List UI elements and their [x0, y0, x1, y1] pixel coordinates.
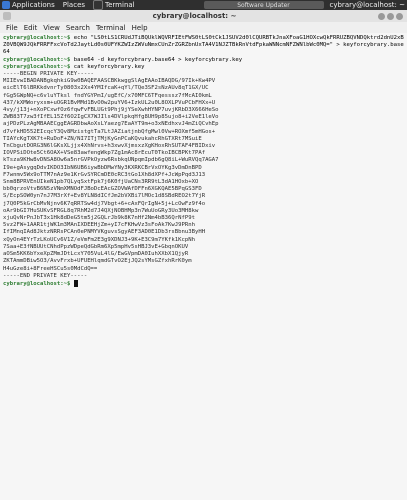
terminal-icon	[93, 0, 104, 10]
terminal-output-line: -----BEGIN PRIVATE KEY-----	[3, 71, 94, 78]
applications-menu[interactable]: Applications	[2, 1, 55, 9]
terminal-output-line: d7vfkHD552EIcqcY3Qv8MzistgtTa7LtJAZiatjn…	[3, 128, 216, 135]
terminal-output-line: j7Q0P5kGrCbMvNjnv6K7qRRTSw4dj7Vbgt+6+cAx…	[3, 200, 206, 207]
terminal-output-line: bb0qrzoVtvB6N5zVNmXMNOdFJBoDcEAcGZOVWAfD…	[3, 186, 202, 193]
terminal-label: Terminal	[105, 1, 135, 9]
terminal-output-line: ZWB83T7zw3fIfEL15Zf6O2IgCX7WJIls4DVlpkqH…	[3, 114, 219, 121]
terminal-output-line: MIIEvwIBADANBgkqhkiG9w0BAQEFAASCBKkwggSl…	[3, 78, 216, 85]
terminal-prompt: cybrary@localhost:~$	[3, 56, 74, 63]
terminal-output-line: -----END PRIVATE KEY-----	[3, 272, 88, 279]
places-menu[interactable]: Places	[63, 1, 85, 9]
menu-search[interactable]: Search	[66, 24, 90, 32]
minimize-button[interactable]	[378, 12, 385, 20]
terminal-output-line: S/EcpSOW0yn7nJ7M3rXf+Ev8YLN8dICfJm2bVXBi…	[3, 193, 206, 200]
terminal-output-line: fGg5GWpNQ+c6vluYTksl fndYGYPmI/ugEfC/x70…	[3, 92, 212, 99]
terminal-output-line: ZKTAmmDBiw5O3/AvvFrxb+UFUEHlqmdGTvO2EjJQ…	[3, 258, 192, 265]
terminal-prompt: cybrary@localhost:~$	[3, 35, 74, 41]
close-button[interactable]	[396, 12, 403, 20]
terminal-output-line: Snm8BPRVEnUIkeN1pb7QLyqSxtFpk7j6K0fjUaCN…	[3, 179, 199, 186]
terminal-prompt: cybrary@localhost:~$	[3, 63, 74, 70]
window-title: cybrary@localhost: ~	[152, 12, 237, 20]
places-label: Places	[62, 1, 86, 9]
maximize-button[interactable]	[387, 12, 394, 20]
terminal-output-line: 5vz2FW+1AAR1tjWK1m3MAnIXDEEHjZm+yI7cFKHw…	[3, 222, 195, 229]
user-indicator[interactable]: cybrary@localhost: ~	[330, 1, 406, 9]
terminal-output-line: 437/kXMWoryxsm+uOGR1BvMMd1BvO0w2puYV6+Iz…	[3, 99, 216, 106]
terminal-output-line: oAr9bGI7HuSUKvSFRGL8q7RhM2d7J4QXjNOBHMp3…	[3, 207, 199, 214]
window-menu-icon[interactable]	[3, 12, 11, 20]
window-controls	[378, 12, 403, 20]
menu-terminal[interactable]: Terminal	[96, 24, 126, 32]
menu-help[interactable]: Help	[132, 24, 148, 32]
terminal-output-line: kTsza9KHw8vDNSA8Ow6a5nrGVPkOyzw6RsbkqUNp…	[3, 157, 219, 164]
terminal-output-line: TnCbgutDORG3N6lGKsXLjjx4XhNrvs+h3xwvXjms…	[3, 143, 216, 150]
menu-view[interactable]: View	[43, 24, 60, 32]
terminal-output-line: ajPDzPLzAgMBAAECggEAGRDbwAoXsLYaezg7EaAY…	[3, 121, 219, 128]
terminal-output-line: xjuQvNrPnJbT3x1Hk8dDeG5tm5j2GQLrJb9k8K7n…	[3, 215, 195, 222]
terminal-cursor	[73, 279, 78, 287]
applications-label: Applications	[12, 1, 55, 9]
top-panel: Applications Places Terminal Software Up…	[0, 0, 407, 10]
terminal-output-line: IfIMnqIAd8JktzNRRsPCAn0ePNMYVKguvsSgyAEF…	[3, 229, 206, 236]
menu-edit[interactable]: Edit	[24, 24, 38, 32]
terminal-command: base64 -d keyforcybrary.base64 > keyforc…	[73, 56, 243, 63]
terminal-prompt: cybrary@localhost:~$	[3, 280, 74, 287]
user-label: cybrary@localhost: ~	[329, 1, 406, 9]
terminal-output-line: xQyOn4EYrTzLKoUCv6V1Z/eVmFm2E3g9XDNJ3+9K…	[3, 236, 195, 243]
menu-file[interactable]: File	[6, 24, 18, 32]
applications-icon	[2, 1, 10, 9]
terminal-output[interactable]: cybrary@localhost:~$ echo "LS0tLS1CRUdJT…	[0, 33, 407, 500]
terminal-output-line: IOVPSiDOte5Ct6OAX+VSe83awfengWkp7Zg1mAc8…	[3, 150, 206, 157]
terminal-command: cat keyforcybrary.key	[73, 63, 145, 70]
software-updater-button[interactable]: Software Updater	[203, 1, 324, 9]
terminal-launcher[interactable]: Terminal	[93, 0, 135, 10]
terminal-output-line: 4vy/j13j+nXoPCxwfOz6fqwFvFBLUGt9Phj9jYSe…	[3, 107, 219, 114]
terminal-output-line: H4uGze8i+8FreeHSCu5s0MdCdQ==	[3, 265, 98, 272]
terminal-output-line: aOSm5KK6bYxeXpZMmJDtLcxY705VuL4lG/EwGVpm…	[3, 251, 189, 258]
terminal-output-line: 7Saa+E3fNBUUtCNhdPpzWDpeQdGbRm6Xp5mpHv5s…	[3, 243, 189, 250]
terminal-output-line: TIAYcKgTXK7t+RuDoF+ZN/NI7ITjTMjKyGnPCaKQ…	[3, 135, 202, 142]
terminal-output-line: eicElT6lBRKkdvnrTy0803x2Xx4YMIfcaK+qYl/T…	[3, 85, 209, 92]
software-updater-label: Software Updater	[237, 1, 290, 9]
terminal-output-line: F7wnmv5Wx9oTTM7nAz9e1KrGvSYRCmDE0cRC3tGo…	[3, 171, 206, 178]
terminal-output-line: I9e+gAsygqDdvIKDO3IbN6UB6iywBbDMwYNy3KXR…	[3, 164, 202, 171]
